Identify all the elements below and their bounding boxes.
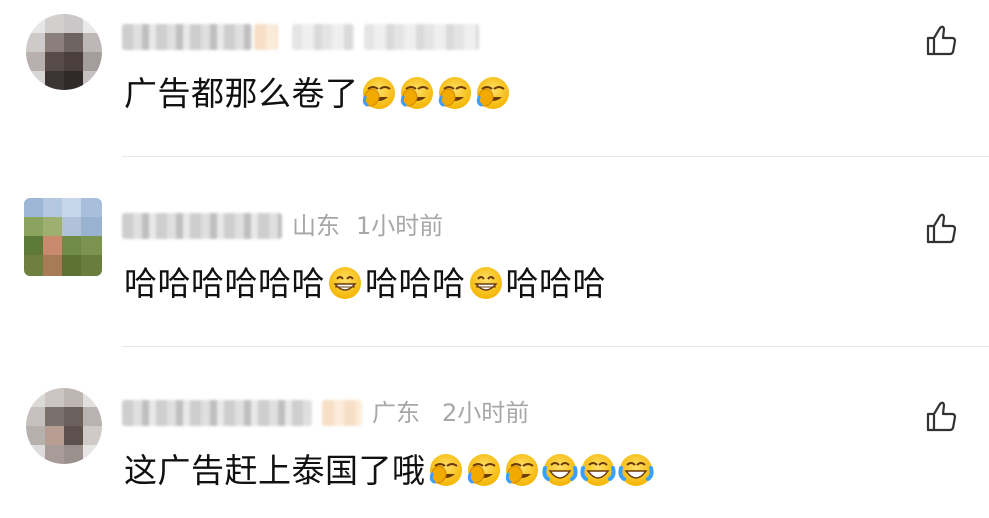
grinning-face-icon bbox=[327, 265, 363, 301]
face-with-tears-of-joy-icon bbox=[618, 452, 654, 488]
comment-text: 这广告赶上泰国了哦 bbox=[124, 449, 654, 493]
comment-meta: 山东 1小时前 bbox=[122, 211, 482, 241]
comment-time: 1小时前 bbox=[356, 212, 444, 240]
thumbs-up-icon[interactable] bbox=[924, 22, 960, 58]
level-badge-blurred bbox=[254, 24, 278, 50]
face-with-tears-of-joy-hand-icon bbox=[437, 75, 473, 111]
divider bbox=[122, 156, 989, 157]
avatar[interactable] bbox=[26, 388, 102, 464]
avatar[interactable] bbox=[26, 14, 102, 90]
meta-blurred bbox=[364, 24, 479, 50]
comment-location: 山东 bbox=[292, 212, 340, 240]
username-blurred[interactable] bbox=[122, 24, 252, 50]
face-with-tears-of-joy-hand-icon bbox=[475, 75, 511, 111]
divider bbox=[122, 346, 989, 347]
face-with-tears-of-joy-hand-icon bbox=[504, 452, 540, 488]
meta-blurred bbox=[292, 24, 354, 50]
comment-text-segment: 哈哈哈 bbox=[365, 264, 466, 303]
face-with-tears-of-joy-icon bbox=[542, 452, 578, 488]
comment-time: 2小时前 bbox=[442, 399, 530, 427]
comment-text: 哈哈哈哈哈哈 哈哈哈 哈哈哈 bbox=[124, 262, 606, 306]
comment-text: 广告都那么卷了 bbox=[124, 72, 511, 116]
comment-text-segment: 哈哈哈哈哈哈 bbox=[124, 264, 325, 303]
comment-text-body: 广告都那么卷了 bbox=[124, 74, 359, 113]
thumbs-up-icon[interactable] bbox=[924, 210, 960, 246]
face-with-tears-of-joy-hand-icon bbox=[399, 75, 435, 111]
avatar[interactable] bbox=[24, 198, 102, 276]
thumbs-up-icon[interactable] bbox=[924, 398, 960, 434]
level-badge-blurred bbox=[322, 400, 362, 426]
face-with-tears-of-joy-hand-icon bbox=[361, 75, 397, 111]
comment-text-segment: 哈哈哈 bbox=[505, 264, 606, 303]
face-with-tears-of-joy-hand-icon bbox=[466, 452, 502, 488]
comment-text-body: 这广告赶上泰国了哦 bbox=[124, 451, 426, 490]
face-with-tears-of-joy-hand-icon bbox=[428, 452, 464, 488]
comment-location: 广东 bbox=[372, 399, 420, 427]
comment-meta: 广东 2小时前 bbox=[122, 398, 562, 428]
username-blurred[interactable] bbox=[122, 400, 312, 426]
face-with-tears-of-joy-icon bbox=[580, 452, 616, 488]
grinning-face-icon bbox=[468, 265, 504, 301]
username-blurred[interactable] bbox=[122, 213, 282, 239]
